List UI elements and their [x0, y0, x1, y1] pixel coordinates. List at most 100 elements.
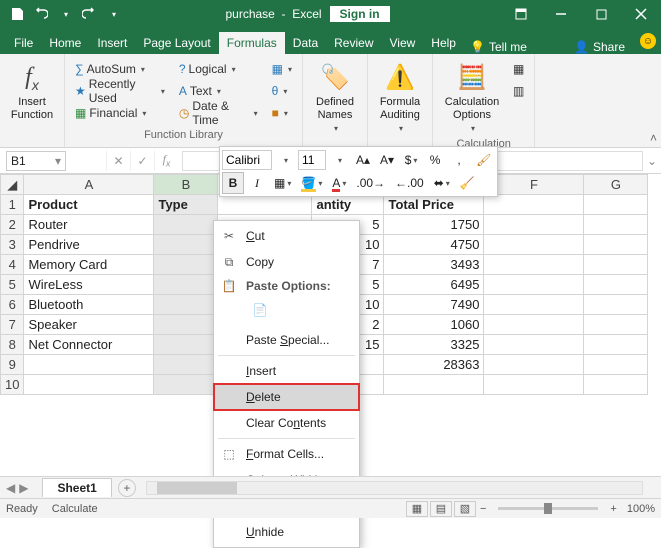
tab-formulas[interactable]: Formulas: [219, 32, 285, 54]
select-all-button[interactable]: ◢: [1, 175, 24, 195]
tab-help[interactable]: Help: [423, 32, 464, 54]
cell[interactable]: [24, 355, 154, 375]
cell[interactable]: Memory Card: [24, 255, 154, 275]
paste-default-icon[interactable]: 📄: [246, 297, 274, 323]
font-color-button[interactable]: A▾: [328, 172, 350, 194]
recently-used-button[interactable]: ★Recently Used▾: [71, 80, 169, 102]
confirm-edit-icon[interactable]: ✓: [130, 151, 154, 171]
cell[interactable]: [584, 375, 648, 395]
more-functions-button[interactable]: ■▾: [268, 102, 296, 124]
feedback-button[interactable]: ☺: [635, 28, 661, 54]
comma-icon[interactable]: ,: [448, 149, 470, 171]
save-icon[interactable]: [6, 3, 28, 25]
tell-me[interactable]: 💡 Tell me: [464, 40, 533, 54]
cell[interactable]: [584, 215, 648, 235]
cell[interactable]: [154, 375, 218, 395]
calc-now-button[interactable]: ▦: [509, 58, 528, 80]
row-header[interactable]: 7: [1, 315, 24, 335]
cell[interactable]: 28363: [384, 355, 484, 375]
undo-dropdown-icon[interactable]: ▾: [54, 3, 76, 25]
tab-home[interactable]: Home: [41, 32, 89, 54]
sheet-next-icon[interactable]: ▶: [19, 481, 28, 495]
cell[interactable]: [154, 215, 218, 235]
calculation-options-button[interactable]: 🧮 Calculation Options ▾: [439, 58, 505, 138]
accounting-format-icon[interactable]: $▾: [400, 149, 422, 171]
cell[interactable]: antity: [312, 195, 384, 215]
horizontal-scrollbar[interactable]: [146, 481, 643, 495]
row-header[interactable]: 1: [1, 195, 24, 215]
cell[interactable]: Product: [24, 195, 154, 215]
chevron-down-icon[interactable]: ▾: [55, 154, 61, 168]
tab-file[interactable]: File: [6, 32, 41, 54]
redo-icon[interactable]: [78, 3, 100, 25]
cell[interactable]: [484, 275, 584, 295]
col-header-G[interactable]: G: [584, 175, 648, 195]
col-header-A[interactable]: A: [24, 175, 154, 195]
cell[interactable]: 1750: [384, 215, 484, 235]
zoom-level[interactable]: 100%: [627, 503, 655, 515]
tab-insert[interactable]: Insert: [89, 32, 135, 54]
increase-font-icon[interactable]: A▴: [352, 149, 374, 171]
cell[interactable]: [584, 295, 648, 315]
row-header[interactable]: 3: [1, 235, 24, 255]
cell[interactable]: [484, 355, 584, 375]
cell[interactable]: [584, 255, 648, 275]
cell[interactable]: 6495: [384, 275, 484, 295]
cell[interactable]: [154, 315, 218, 335]
tab-page-layout[interactable]: Page Layout: [135, 32, 218, 54]
percent-icon[interactable]: %: [424, 149, 446, 171]
row-header[interactable]: 4: [1, 255, 24, 275]
col-header-B[interactable]: B: [154, 175, 218, 195]
row-header[interactable]: 5: [1, 275, 24, 295]
cell[interactable]: [484, 255, 584, 275]
context-paste-special[interactable]: Paste Special...Paste Special...: [214, 327, 359, 353]
decrease-font-icon[interactable]: A▾: [376, 149, 398, 171]
mini-size-dropdown[interactable]: ▾: [328, 149, 350, 171]
cell[interactable]: [584, 235, 648, 255]
cell[interactable]: Net Connector: [24, 335, 154, 355]
cell[interactable]: Bluetooth: [24, 295, 154, 315]
name-box[interactable]: B1▾: [6, 151, 66, 171]
minimize-button[interactable]: [541, 0, 581, 28]
sheet-tab[interactable]: Sheet1: [42, 478, 111, 497]
cell[interactable]: WireLess: [24, 275, 154, 295]
cell[interactable]: [584, 355, 648, 375]
row-header[interactable]: 2: [1, 215, 24, 235]
collapse-ribbon-icon[interactable]: ˄: [650, 131, 657, 145]
mini-font-dropdown[interactable]: ▾: [274, 149, 296, 171]
cell[interactable]: [154, 275, 218, 295]
cell[interactable]: Router: [24, 215, 154, 235]
cell[interactable]: [484, 195, 584, 215]
cell[interactable]: [154, 235, 218, 255]
cell[interactable]: [484, 295, 584, 315]
cell[interactable]: [218, 195, 312, 215]
cell[interactable]: [584, 195, 648, 215]
row-header[interactable]: 9: [1, 355, 24, 375]
view-normal-icon[interactable]: ▦: [406, 501, 428, 517]
cell[interactable]: [484, 315, 584, 335]
clear-format-icon[interactable]: 🧹: [456, 172, 479, 194]
cell[interactable]: 3325: [384, 335, 484, 355]
cell[interactable]: 7490: [384, 295, 484, 315]
bold-button[interactable]: B: [222, 172, 244, 194]
fx-button[interactable]: fx: [154, 151, 178, 171]
context-clear-contents[interactable]: Clear ContentsClear Contents: [214, 410, 359, 436]
tab-view[interactable]: View: [382, 32, 424, 54]
logical-button[interactable]: ?Logical▾: [175, 58, 262, 80]
cell[interactable]: Pendrive: [24, 235, 154, 255]
cell[interactable]: 1060: [384, 315, 484, 335]
formula-auditing-button[interactable]: ⚠️ Formula Auditing ▾: [374, 58, 426, 138]
cell[interactable]: 4750: [384, 235, 484, 255]
zoom-out-button[interactable]: −: [476, 503, 490, 515]
financial-button[interactable]: ▦Financial▾: [71, 102, 169, 124]
zoom-in-button[interactable]: +: [606, 503, 620, 515]
mini-size-input[interactable]: [298, 150, 326, 170]
add-sheet-button[interactable]: +: [118, 479, 136, 497]
row-header[interactable]: 10: [1, 375, 24, 395]
context-delete[interactable]: DeleteDelete: [214, 384, 359, 410]
view-page-break-icon[interactable]: ▧: [454, 501, 476, 517]
cell[interactable]: [154, 295, 218, 315]
date-time-button[interactable]: ◷Date & Time▾: [175, 102, 262, 124]
ribbon-display-options-icon[interactable]: [501, 0, 541, 28]
context-copy[interactable]: ⧉ Copy: [214, 249, 359, 275]
